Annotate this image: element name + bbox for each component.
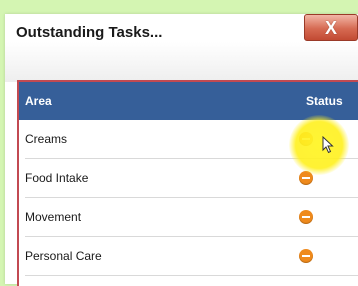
row-area-label: Personal Care [25,249,102,263]
close-icon: X [324,17,337,38]
table-header: Area Status [19,82,358,120]
minus-circle-icon[interactable] [299,249,313,263]
cursor-highlight [289,115,349,175]
mouse-cursor-icon [322,136,334,154]
row-area-label: Creams [25,132,68,146]
column-header-area: Area [25,94,52,108]
dialog-title: Outstanding Tasks... [16,24,163,41]
tasks-table: Area Status Creams Food Intake Movement … [17,80,358,286]
minus-circle-icon[interactable] [299,210,313,224]
table-row[interactable]: Personal Care [25,237,358,276]
status-cell[interactable] [294,198,358,236]
row-area-label: Movement [25,210,82,224]
row-area-label: Food Intake [25,171,89,185]
table-row[interactable]: Movement [25,198,358,237]
column-header-status: Status [306,94,343,108]
close-button[interactable]: X [304,14,358,41]
status-cell[interactable] [294,237,358,275]
dialog-header-band [5,42,358,82]
